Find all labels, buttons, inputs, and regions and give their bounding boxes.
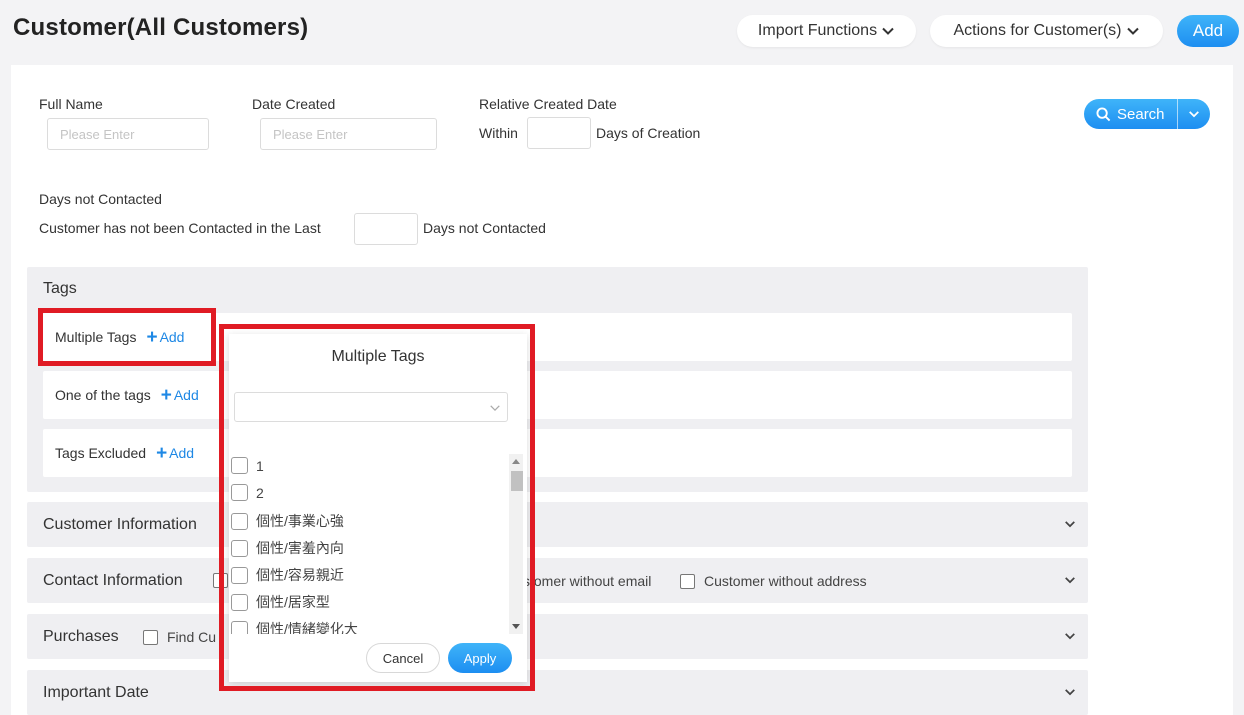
find-customer-option[interactable]: Find Cu <box>143 629 216 645</box>
plus-icon: + <box>160 384 172 406</box>
purchases-section[interactable]: Purchases Find Cu <box>27 614 1088 659</box>
chevron-down-icon <box>1065 577 1075 584</box>
within-label: Within <box>479 125 518 141</box>
option-label: Find Cu <box>167 629 217 645</box>
add-label: Add <box>169 445 195 461</box>
section-title: Contact Information <box>43 571 183 589</box>
page-title: Customer(All Customers) <box>13 14 309 41</box>
one-of-tags-row: One of the tags + Add <box>43 371 1072 419</box>
full-name-input[interactable] <box>47 118 209 150</box>
search-icon <box>1096 106 1111 121</box>
search-label: Search <box>1117 105 1165 123</box>
tags-excluded-label: Tags Excluded <box>55 445 147 461</box>
option-label: Customer without address <box>704 573 867 589</box>
days-not-contacted-input[interactable] <box>354 213 418 245</box>
search-button[interactable]: Search <box>1084 99 1210 129</box>
relative-created-date-label: Relative Created Date <box>479 96 617 112</box>
tags-excluded-add-link[interactable]: + Add <box>156 444 194 463</box>
add-label: Add <box>173 387 199 403</box>
add-customer-button[interactable]: Add <box>1177 15 1239 47</box>
important-date-section[interactable]: Important Date <box>27 670 1088 715</box>
tags-excluded-row: Tags Excluded + Add <box>43 429 1072 477</box>
not-contacted-suffix: Days not Contacted <box>423 220 546 236</box>
chevron-down-icon <box>1189 111 1199 118</box>
highlight-multiple-tags <box>38 308 216 366</box>
tags-title: Tags <box>43 280 77 297</box>
find-customer-checkbox[interactable] <box>143 629 158 645</box>
chevron-down-icon <box>1065 521 1075 528</box>
full-name-label: Full Name <box>39 96 103 112</box>
within-days-input[interactable] <box>527 117 591 149</box>
actions-for-customers-button[interactable]: Actions for Customer(s) <box>930 15 1163 47</box>
date-created-label: Date Created <box>252 96 336 112</box>
section-title: Customer Information <box>43 515 197 533</box>
import-functions-label: Import Functions <box>757 22 878 39</box>
not-contacted-prefix: Customer has not been Contacted in the L… <box>39 220 321 236</box>
actions-label: Actions for Customer(s) <box>953 22 1122 39</box>
one-of-tags-label: One of the tags <box>55 387 151 403</box>
customer-information-section[interactable]: Customer Information <box>27 502 1088 547</box>
customer-without-email-option[interactable]: stomer without email <box>523 573 651 589</box>
search-options-toggle[interactable] <box>1177 99 1210 129</box>
highlight-popup <box>219 324 535 691</box>
import-functions-button[interactable]: Import Functions <box>737 15 916 47</box>
plus-icon: + <box>156 442 168 464</box>
days-not-contacted-title: Days not Contacted <box>39 191 162 207</box>
days-of-creation-label: Days of Creation <box>596 125 701 141</box>
section-title: Important Date <box>43 683 149 701</box>
chevron-down-icon <box>1065 633 1075 640</box>
customer-without-address-option[interactable]: Customer without address <box>680 573 867 589</box>
date-created-input[interactable] <box>260 118 437 150</box>
section-title: Purchases <box>43 627 119 645</box>
chevron-down-icon <box>1065 689 1075 696</box>
without-address-checkbox[interactable] <box>680 573 695 589</box>
chevron-down-icon <box>1126 27 1139 35</box>
option-label: stomer without email <box>523 573 652 589</box>
chevron-down-icon <box>882 27 894 35</box>
one-of-tags-add-link[interactable]: + Add <box>161 386 199 405</box>
